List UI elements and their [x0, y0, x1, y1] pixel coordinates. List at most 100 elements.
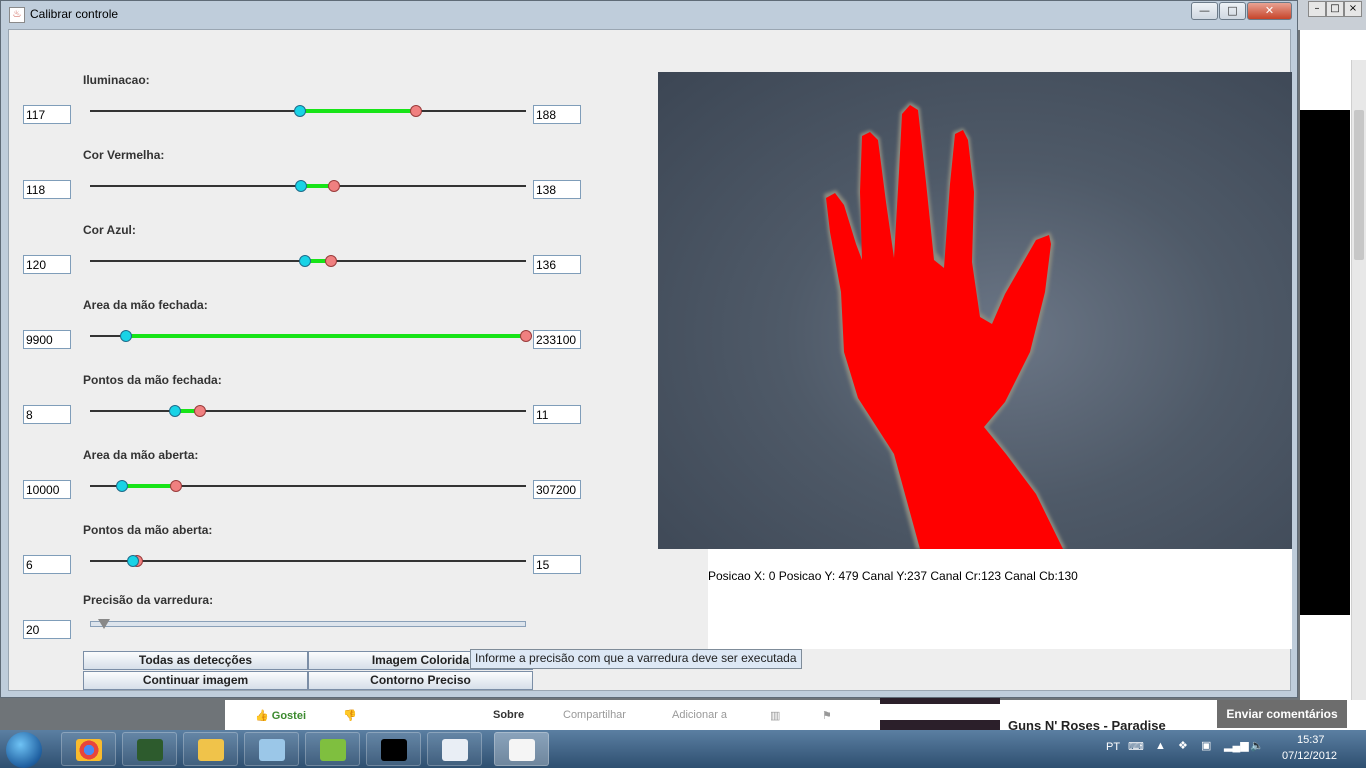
slider-label: Cor Vermelha: [83, 148, 165, 162]
continue-image-button[interactable]: Continuar imagem [83, 671, 308, 690]
monitor-icon [137, 739, 163, 761]
chrome-icon [76, 739, 102, 761]
cube-icon [259, 739, 285, 761]
flag-icon[interactable]: ⚑ [822, 709, 832, 722]
language-indicator[interactable]: PT [1106, 741, 1120, 753]
max-value-field[interactable]: 15 [533, 555, 581, 574]
video-player[interactable] [1300, 110, 1350, 615]
clock-time[interactable]: 15:37 [1297, 734, 1325, 746]
precision-tooltip: Informe a precisão com que a varredura d… [470, 649, 802, 669]
clock-date[interactable]: 07/12/2012 [1282, 750, 1337, 762]
all-detections-button[interactable]: Todas as detecções [83, 651, 308, 670]
slider-range-fill [299, 109, 417, 113]
slider-max-handle[interactable] [324, 255, 337, 267]
slider-label: Cor Azul: [83, 223, 136, 237]
slider-label: Pontos da mão fechada: [83, 373, 222, 387]
taskbar-notepadpp[interactable] [305, 732, 360, 766]
taskbar-folder[interactable] [183, 732, 238, 766]
browser-close-button[interactable]: × [1344, 1, 1362, 17]
browser-maximize-button[interactable]: □ [1326, 1, 1344, 17]
slider-max-handle[interactable] [170, 480, 183, 492]
keyboard-icon[interactable]: ⌨ [1128, 740, 1144, 753]
precision-field[interactable]: 20 [23, 620, 71, 639]
slider-range-fill [125, 334, 526, 338]
scrollbar-thumb[interactable] [1354, 110, 1364, 260]
min-value-field[interactable]: 8 [23, 405, 71, 424]
max-value-field[interactable]: 11 [533, 405, 581, 424]
slider-min-handle[interactable] [168, 405, 181, 417]
window-title: Calibrar controle [30, 7, 119, 21]
minimize-button[interactable]: — [1191, 2, 1218, 20]
related-video-thumbnail[interactable] [880, 720, 1000, 730]
start-button[interactable] [6, 732, 42, 768]
dislike-icon[interactable]: 👎 [343, 709, 357, 722]
folder-icon [198, 739, 224, 761]
slider-track[interactable] [90, 410, 526, 412]
like-button[interactable]: 👍 Gostei [255, 709, 306, 722]
min-value-field[interactable]: 120 [23, 255, 71, 274]
camera-status-text: Posicao X: 0 Posicao Y: 479 Canal Y:237 … [708, 569, 1078, 583]
info-panel [708, 549, 1292, 649]
max-value-field[interactable]: 136 [533, 255, 581, 274]
taskbar-java[interactable] [494, 732, 549, 766]
show-hidden-icons-icon[interactable]: ▲ [1155, 740, 1166, 752]
min-value-field[interactable]: 10000 [23, 480, 71, 499]
max-value-field[interactable]: 188 [533, 105, 581, 124]
taskbar-cmd[interactable] [366, 732, 421, 766]
browser-page-right [1300, 30, 1366, 700]
slider-track[interactable] [90, 560, 526, 562]
feedback-button[interactable]: Enviar comentários [1217, 700, 1347, 728]
slider-label: Area da mão aberta: [83, 448, 199, 462]
slider-label: Pontos da mão aberta: [83, 523, 213, 537]
browser-minimize-button[interactable]: – [1308, 1, 1326, 17]
precision-slider-track[interactable] [90, 621, 526, 627]
thumb-up-icon: 👍 [255, 710, 269, 722]
slider-min-handle[interactable] [298, 255, 311, 267]
slider-range-fill [121, 484, 177, 488]
taskbar-chrome[interactable] [61, 732, 116, 766]
slider-label: Area da mão fechada: [83, 298, 208, 312]
maximize-button[interactable]: □ [1219, 2, 1246, 20]
window-titlebar[interactable]: ♨ Calibrar controle — □ ✕ [1, 1, 1297, 29]
min-value-field[interactable]: 117 [23, 105, 71, 124]
dropbox-icon[interactable]: ❖ [1178, 739, 1188, 752]
java-icon [509, 739, 535, 761]
browser-window-controls: – □ × [1300, 0, 1366, 18]
camera-preview [658, 72, 1292, 549]
slider-max-handle[interactable] [193, 405, 206, 417]
hand-mask [824, 102, 1066, 549]
page-scrollbar[interactable] [1351, 60, 1366, 700]
device-icon[interactable]: ▣ [1201, 739, 1211, 752]
windows-taskbar: PT ⌨ ▲ ❖ ▣ ▂▄▆ 🔈 15:37 07/12/2012 [0, 730, 1366, 768]
java-icon: ♨ [9, 7, 25, 23]
min-value-field[interactable]: 6 [23, 555, 71, 574]
slider-min-handle[interactable] [115, 480, 128, 492]
precise-contour-button[interactable]: Contorno Preciso [308, 671, 533, 690]
terminal-icon [381, 739, 407, 761]
about-tab[interactable]: Sobre [493, 709, 524, 721]
network-icon[interactable]: ▂▄▆ [1224, 739, 1249, 752]
min-value-field[interactable]: 9900 [23, 330, 71, 349]
slider-label: Iluminacao: [83, 73, 150, 87]
taskbar-document[interactable] [427, 732, 482, 766]
share-tab[interactable]: Compartilhar [563, 709, 626, 721]
slider-min-handle[interactable] [127, 555, 140, 567]
slider-min-handle[interactable] [119, 330, 132, 342]
max-value-field[interactable]: 138 [533, 180, 581, 199]
document-icon [442, 739, 468, 761]
precision-label: Precisão da varredura: [83, 593, 214, 607]
min-value-field[interactable]: 118 [23, 180, 71, 199]
max-value-field[interactable]: 233100 [533, 330, 581, 349]
notepad-icon [320, 739, 346, 761]
slider-max-handle[interactable] [520, 330, 532, 342]
video-action-bar: 👍 Gostei 👎 Sobre Compartilhar Adicionar … [225, 700, 1366, 730]
volume-icon[interactable]: 🔈 [1250, 739, 1264, 752]
stats-icon[interactable]: ▥ [770, 709, 780, 722]
max-value-field[interactable]: 307200 [533, 480, 581, 499]
taskbar-virtualbox[interactable] [244, 732, 299, 766]
taskbar-explorer-app[interactable] [122, 732, 177, 766]
close-button[interactable]: ✕ [1247, 2, 1292, 20]
add-to-tab[interactable]: Adicionar a [672, 709, 727, 721]
slider-min-handle[interactable] [293, 105, 306, 117]
precision-slider-thumb[interactable] [98, 619, 110, 629]
